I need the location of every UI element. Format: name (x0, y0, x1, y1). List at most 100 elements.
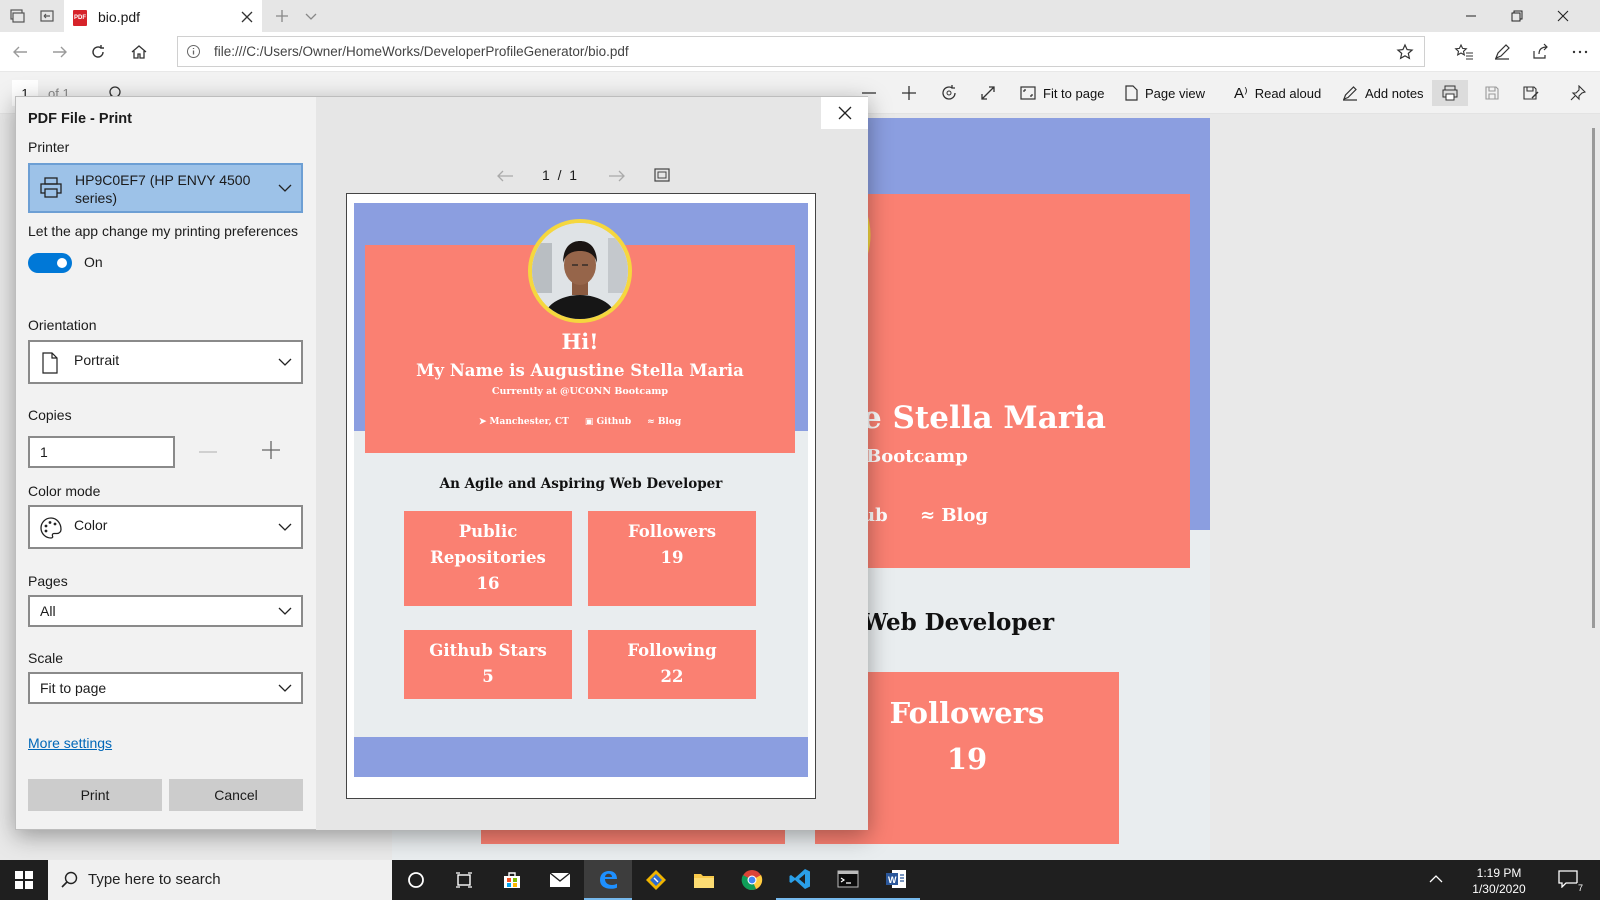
restore-icon[interactable] (1494, 0, 1540, 32)
printer-icon[interactable] (1432, 80, 1468, 106)
preferences-toggle[interactable] (28, 253, 72, 273)
chrome-icon[interactable] (728, 860, 776, 900)
notification-count: 7 (1576, 883, 1584, 893)
fit-to-page-button[interactable]: Fit to page (1020, 80, 1104, 106)
printer-select[interactable]: HP9C0EF7 (HP ENVY 4500 series) (28, 163, 303, 213)
next-page-icon[interactable] (608, 169, 626, 183)
pages-label: Pages (28, 573, 68, 589)
mail-icon[interactable] (536, 860, 584, 900)
share-icon[interactable] (1528, 40, 1552, 64)
vertical-scrollbar[interactable] (1592, 128, 1595, 628)
forward-icon[interactable] (48, 40, 72, 64)
preferences-label: Let the app change my printing preferenc… (28, 223, 299, 239)
tab-title: bio.pdf (98, 9, 141, 25)
chevron-up-icon[interactable] (1428, 871, 1444, 887)
more-settings-link[interactable]: More settings (28, 735, 112, 751)
preview-github-link[interactable]: ▣ Github (585, 417, 631, 427)
page-name-text: e Stella Maria (862, 400, 1106, 436)
preview-footer-band (354, 737, 808, 777)
chevron-down-icon (278, 184, 292, 192)
tab-preview-icon[interactable] (6, 5, 28, 27)
rotate-icon[interactable] (940, 80, 958, 106)
more-icon[interactable] (1568, 40, 1592, 64)
taskbar: Type here to search W 1:19 PM 1/30/2020 … (0, 860, 1600, 900)
color-mode-label: Color mode (28, 483, 101, 499)
clock-date: 1/30/2020 (1472, 882, 1526, 896)
page-view-button[interactable]: Page view (1124, 80, 1205, 106)
preview-blog-link[interactable]: ≈ Blog (647, 417, 681, 427)
svg-text:W: W (888, 875, 897, 885)
fit-preview-icon[interactable] (654, 168, 670, 182)
copies-input[interactable]: 1 (28, 436, 175, 468)
pen-icon[interactable] (1490, 40, 1514, 64)
scale-label: Scale (28, 650, 64, 666)
minus-icon[interactable] (198, 442, 218, 462)
zoom-in-icon[interactable] (900, 80, 918, 106)
edge-icon[interactable] (584, 860, 632, 900)
info-icon[interactable] (186, 44, 201, 59)
print-button[interactable]: Print (28, 779, 162, 811)
page-tagline: Web Developer (862, 609, 1055, 636)
toggle-state: On (84, 254, 103, 270)
cortana-icon[interactable] (392, 860, 440, 900)
stat-card-github-stars: Github Stars 5 (404, 630, 572, 699)
plus-icon[interactable] (261, 440, 281, 460)
word-icon[interactable]: W (872, 860, 920, 900)
taskbar-clock[interactable]: 1:19 PM 1/30/2020 (1462, 865, 1536, 897)
refresh-icon[interactable] (86, 40, 110, 64)
minimize-icon[interactable] (1448, 0, 1494, 32)
page-icon (41, 352, 59, 374)
tab-aside-icon[interactable] (36, 5, 58, 27)
windows-start-icon[interactable] (0, 860, 48, 900)
page-blog-link[interactable]: ≈ Blog (920, 505, 988, 526)
read-aloud-icon: A⁾ (1234, 85, 1248, 102)
git-icon[interactable] (632, 860, 680, 900)
back-icon[interactable] (8, 40, 32, 64)
url-text: file:///C:/Users/Owner/HomeWorks/Develop… (214, 44, 629, 59)
favorites-icon[interactable] (1452, 40, 1476, 64)
color-mode-select[interactable]: Color (28, 505, 303, 549)
tab-list-chevron-icon[interactable] (300, 5, 322, 27)
palette-icon (39, 516, 63, 540)
folder-icon[interactable] (680, 860, 728, 900)
vscode-icon[interactable] (776, 860, 824, 900)
page-bootcamp-text: Bootcamp (866, 446, 968, 467)
save-as-icon[interactable] (1522, 80, 1540, 106)
cancel-button[interactable]: Cancel (169, 779, 303, 811)
notification-icon[interactable]: 7 (1558, 870, 1584, 893)
orientation-value: Portrait (74, 352, 120, 368)
browser-tab[interactable]: PDF bio.pdf (64, 0, 262, 32)
close-window-icon[interactable] (1540, 0, 1586, 32)
store-icon[interactable] (488, 860, 536, 900)
terminal-icon[interactable] (824, 860, 872, 900)
save-icon[interactable] (1484, 80, 1500, 106)
dialog-title: PDF File - Print (28, 111, 132, 127)
close-icon[interactable] (821, 97, 868, 129)
pdf-icon: PDF (73, 10, 87, 26)
pages-value: All (40, 603, 56, 619)
stat-card-public-repos: Public Repositories 16 (404, 511, 572, 606)
search-placeholder: Type here to search (88, 871, 221, 888)
title-bar: PDF bio.pdf (0, 0, 1600, 32)
add-notes-button[interactable]: Add notes (1342, 80, 1424, 106)
read-aloud-button[interactable]: A⁾ Read aloud (1234, 80, 1321, 106)
printer-value: HP9C0EF7 (HP ENVY 4500 series) (75, 172, 251, 206)
chevron-down-icon (278, 358, 292, 366)
scale-select[interactable]: Fit to page (28, 672, 303, 704)
preview-location-link[interactable]: ➤ Manchester, CT (479, 417, 569, 427)
url-field[interactable]: file:///C:/Users/Owner/HomeWorks/Develop… (177, 36, 1425, 67)
rss-icon: ≈ (919, 505, 936, 526)
star-icon[interactable] (1396, 43, 1414, 61)
close-icon[interactable] (240, 10, 254, 24)
task-view-icon[interactable] (440, 860, 488, 900)
preview-links: ➤ Manchester, CT ▣ Github ≈ Blog (365, 417, 795, 427)
pages-select[interactable]: All (28, 595, 303, 627)
taskbar-search[interactable]: Type here to search (48, 860, 392, 900)
chevron-down-icon (278, 607, 292, 615)
fullscreen-icon[interactable] (979, 80, 997, 106)
orientation-select[interactable]: Portrait (28, 340, 303, 384)
new-tab-icon[interactable] (271, 5, 293, 27)
home-icon[interactable] (127, 40, 151, 64)
pin-icon[interactable] (1570, 80, 1586, 106)
prev-page-icon[interactable] (496, 169, 514, 183)
